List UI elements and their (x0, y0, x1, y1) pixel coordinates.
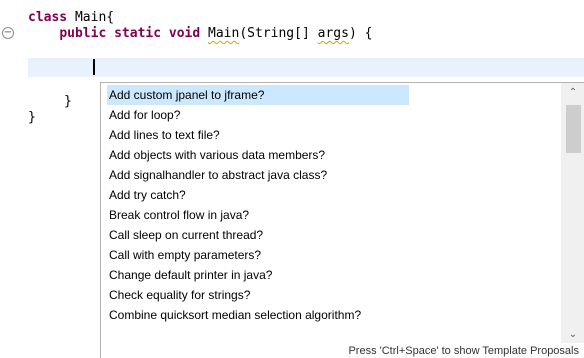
method-param-name: args (317, 26, 349, 41)
chevron-up-icon[interactable]: ⌃ (561, 85, 584, 101)
method-declaration-line: public static void Main(String[] args) { (28, 24, 372, 44)
method-params-open: (String[] (239, 26, 318, 41)
proposal-item[interactable]: Add signalhandler to abstract java class… (107, 165, 329, 185)
proposal-item[interactable]: Combine quicksort median selection algor… (107, 305, 363, 325)
autocomplete-popup: Add custom jpanel to jframe? Add for loop… (100, 82, 584, 358)
scrollbar-thumb[interactable] (566, 105, 581, 153)
proposal-scrollbar[interactable]: ⌃ ⌄ (561, 83, 584, 345)
proposal-item[interactable]: Add custom jpanel to jframe? (107, 85, 409, 105)
class-keyword: class (28, 10, 68, 25)
current-line-highlight (28, 58, 584, 77)
method-keywords: public static void (59, 26, 201, 41)
proposal-item[interactable]: Add for loop? (107, 105, 182, 125)
proposal-item[interactable]: Add objects with various data members? (107, 145, 327, 165)
template-proposals-hint: Press 'Ctrl+Space' to show Template Prop… (101, 343, 584, 358)
method-closing-brace: } (64, 94, 72, 109)
method-params-close: ) { (348, 26, 373, 41)
proposal-item[interactable]: Call with empty parameters? (107, 245, 263, 265)
chevron-down-icon[interactable]: ⌄ (561, 327, 584, 343)
text-caret (93, 59, 95, 75)
class-closing-brace: } (28, 110, 36, 125)
proposal-item[interactable]: Add lines to text file? (107, 125, 222, 145)
class-name: Main{ (67, 10, 115, 25)
proposal-item[interactable]: Break control flow in java? (107, 205, 251, 225)
proposal-list: Add custom jpanel to jframe? Add for loop… (101, 83, 561, 345)
method-name: Main (208, 26, 240, 41)
proposal-item[interactable]: Call sleep on current thread? (107, 225, 265, 245)
proposal-item[interactable]: Change default printer in java? (107, 265, 274, 285)
proposal-item[interactable]: Add try catch? (107, 185, 188, 205)
proposal-item[interactable]: Check equality for strings? (107, 285, 252, 305)
collapse-icon[interactable]: − (2, 27, 14, 39)
